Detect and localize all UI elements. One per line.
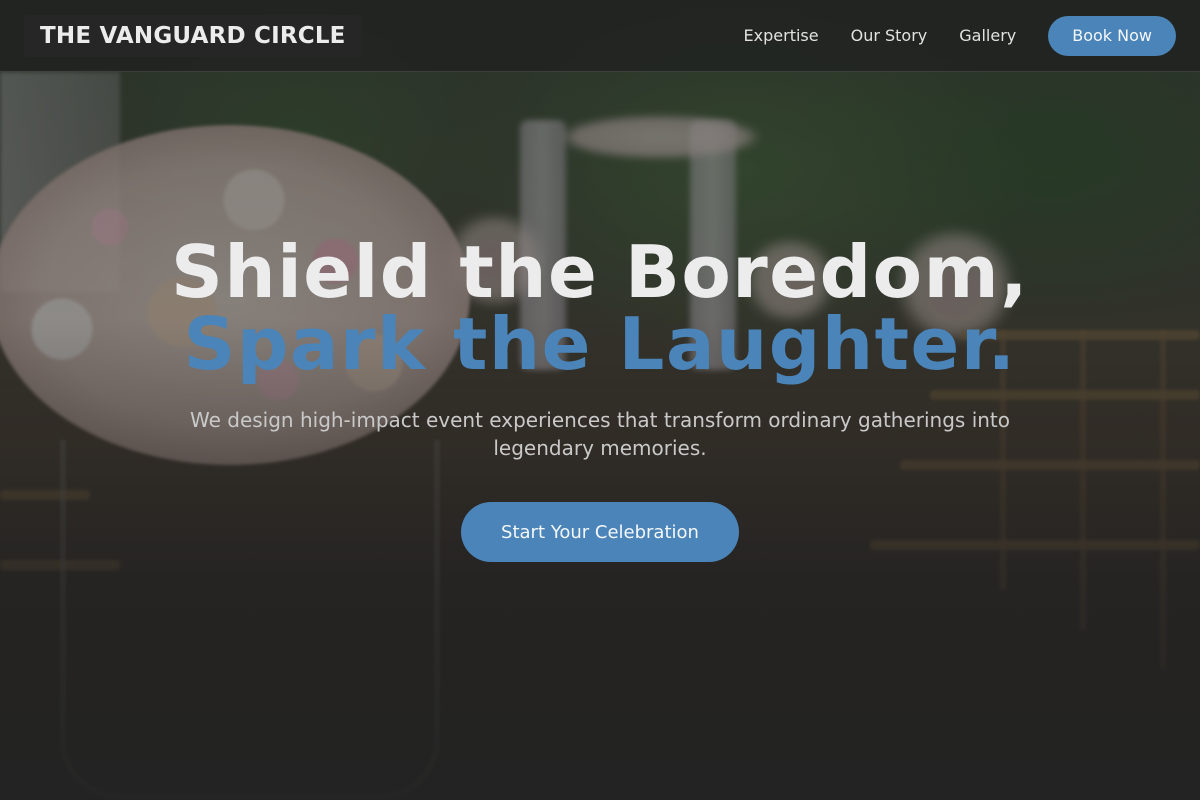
nav-link-our-story[interactable]: Our Story xyxy=(851,26,928,45)
nav-link-gallery[interactable]: Gallery xyxy=(959,26,1016,45)
hero-section: Shield the Boredom, Spark the Laughter. … xyxy=(0,72,1200,800)
hero-subtitle: We design high-impact event experiences … xyxy=(189,408,1011,460)
nav-link-expertise[interactable]: Expertise xyxy=(744,26,819,45)
nav-links: Expertise Our Story Gallery Book Now xyxy=(744,15,1176,56)
brand-logo[interactable]: THE VANGUARD CIRCLE xyxy=(24,14,362,57)
navbar: THE VANGUARD CIRCLE Expertise Our Story … xyxy=(0,0,1200,72)
start-celebration-button[interactable]: Start Your Celebration xyxy=(461,502,739,562)
headline-line-1: Shield the Boredom, xyxy=(170,230,1030,314)
book-now-button[interactable]: Book Now xyxy=(1048,15,1176,56)
headline-line-2: Spark the Laughter. xyxy=(183,302,1017,386)
hero-headline: Shield the Boredom, Spark the Laughter. xyxy=(171,236,1029,380)
